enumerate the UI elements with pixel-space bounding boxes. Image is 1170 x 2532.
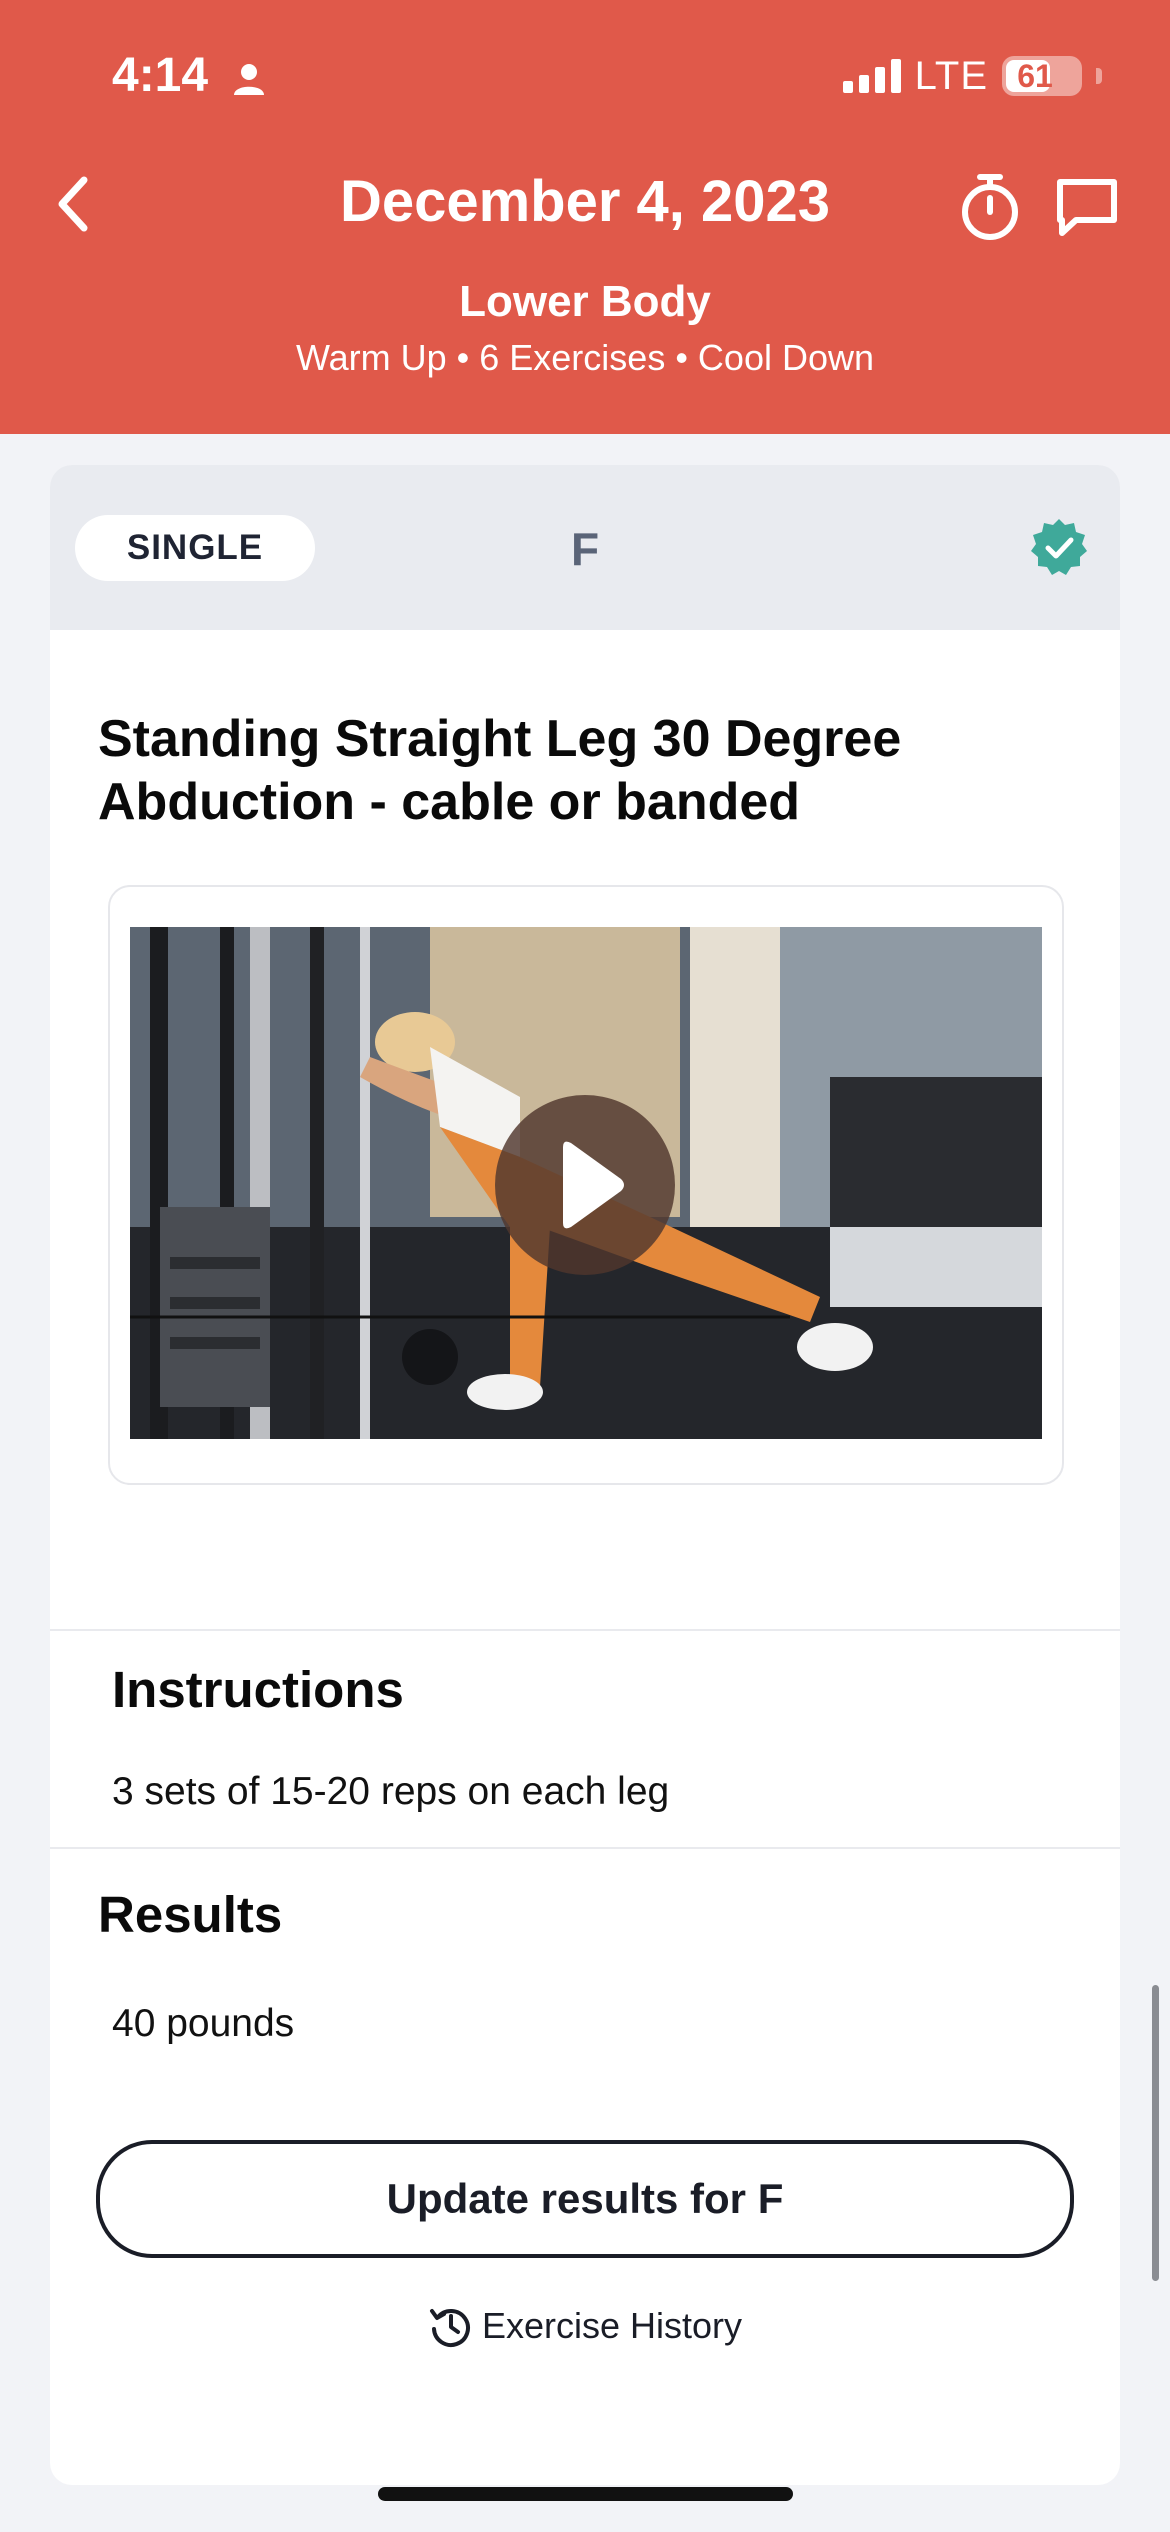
exercise-title: Standing Straight Leg 30 Degree Abductio… (98, 710, 902, 831)
status-time: 4:14 (112, 49, 209, 102)
exercise-video[interactable] (130, 927, 1042, 1439)
battery-icon: 61 (1002, 56, 1082, 96)
workout-summary: Warm Up • 6 Exercises • Cool Down (295, 337, 875, 378)
chat-bubble-icon[interactable] (1054, 178, 1120, 238)
play-icon (563, 1141, 624, 1229)
results-heading: Results (98, 1886, 283, 1943)
status-indicators: LTE 61 (842, 53, 1102, 98)
signal-icon (842, 59, 901, 93)
stopwatch-icon[interactable] (958, 172, 1022, 242)
update-results-button[interactable]: Update results for F (96, 2140, 1074, 2258)
completed-check-icon (1031, 519, 1087, 575)
video-frame (108, 885, 1064, 1485)
home-indicator[interactable] (378, 2487, 793, 2501)
network-type: LTE (914, 53, 988, 98)
divider (50, 1847, 1120, 1849)
exercise-history-label: Exercise History (481, 2305, 743, 2346)
instructions-heading: Instructions (112, 1661, 404, 1718)
exercise-card-header: SINGLE F (50, 465, 1120, 630)
workout-name: Lower Body (459, 277, 711, 326)
play-button[interactable] (495, 1095, 675, 1275)
divider (50, 1629, 1120, 1631)
battery-level: 61 (1017, 58, 1053, 94)
instructions-text: 3 sets of 15-20 reps on each leg (112, 1770, 670, 1813)
history-icon (429, 2309, 470, 2347)
exercise-letter: F (570, 523, 600, 575)
person-icon (234, 64, 264, 95)
exercise-history-link[interactable]: Exercise History (50, 2303, 1120, 2349)
exercise-card: SINGLE F Standing Straight Leg 30 Degree… (50, 465, 1120, 2485)
app-header: 4:14 LTE 61 December 4, 2023 Lower Body … (0, 0, 1170, 434)
scrollbar[interactable] (1152, 1985, 1159, 2281)
results-text: 40 pounds (112, 2002, 295, 2045)
